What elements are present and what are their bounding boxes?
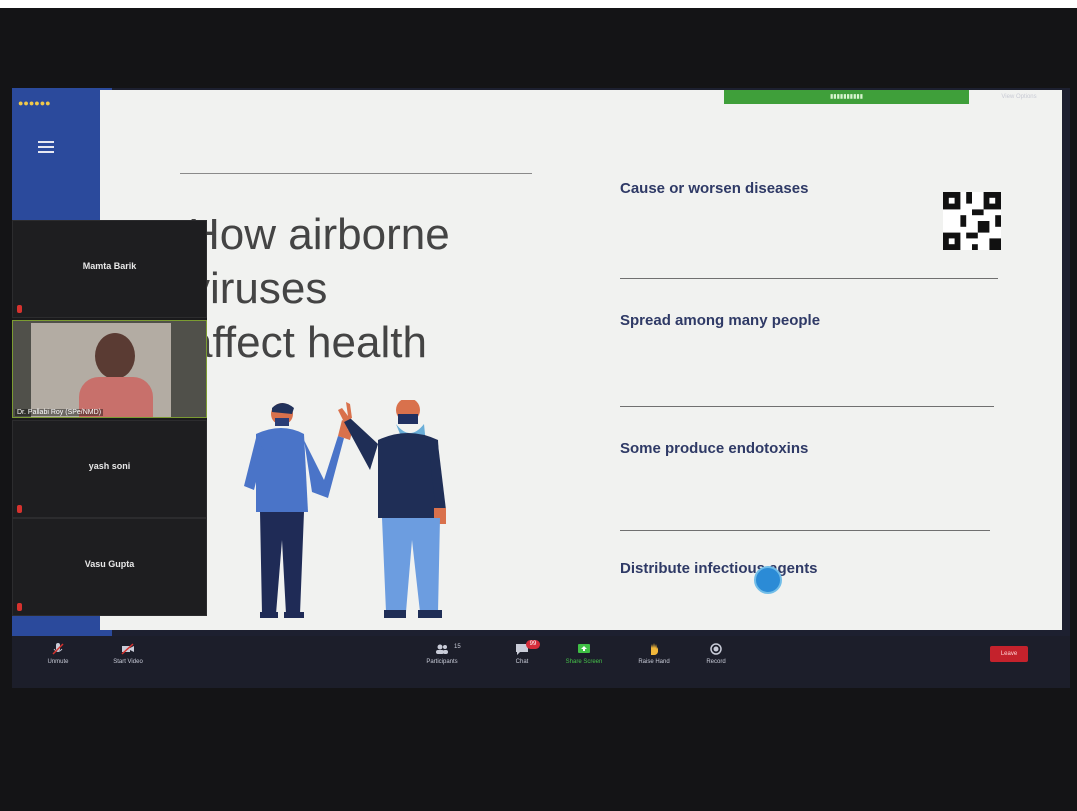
- participant-name: Mamta Barik: [82, 261, 137, 271]
- record-label: Record: [706, 659, 726, 665]
- participants-label: Participants: [426, 659, 458, 665]
- mic-muted-icon: [17, 505, 22, 513]
- person-right-figure: [338, 400, 446, 618]
- slide-title-line: How airborne: [188, 210, 450, 259]
- participant-tile[interactable]: yash soni: [12, 420, 207, 518]
- slide-bullet-list: Cause or worsen diseases Spread among ma…: [620, 90, 1020, 630]
- raise-hand-icon: [651, 643, 658, 655]
- slide-item: Distribute infectious agents: [620, 560, 818, 577]
- end-meeting-button[interactable]: Leave: [990, 646, 1028, 662]
- participant-video: [31, 323, 171, 417]
- chat-unread-badge: 99: [526, 640, 540, 649]
- photo-border: [0, 0, 1077, 8]
- person-left-figure: [244, 403, 354, 618]
- start-video-button[interactable]: Start Video: [96, 642, 160, 665]
- app-logo: ●●●●●●: [18, 98, 51, 108]
- participants-count: 15: [454, 644, 461, 650]
- slide-item: Spread among many people: [620, 312, 821, 329]
- zoom-meeting-screen: ●●●●●● How airborne viruses affect healt…: [12, 88, 1070, 688]
- participant-tile[interactable]: Vasu Gupta: [12, 518, 207, 616]
- participant-name: Vasu Gupta: [84, 559, 135, 569]
- participants-icon: [436, 644, 448, 654]
- unmute-button[interactable]: Unmute: [26, 642, 90, 665]
- slide-title-line: viruses: [188, 264, 328, 313]
- slide-title-line: affect health: [188, 318, 427, 367]
- chat-button[interactable]: Chat 99: [490, 640, 554, 665]
- slide-title: How airborne viruses affect health: [188, 208, 518, 370]
- slide-decorative-line: [180, 173, 532, 174]
- mic-muted-icon: [17, 305, 22, 313]
- share-screen-button[interactable]: Share Screen: [552, 642, 616, 665]
- raise-hand-label: Raise Hand: [638, 659, 670, 665]
- participant-video-tile[interactable]: Dr. Pallabi Roy (SPe/NMD): [12, 320, 207, 418]
- participant-name: Dr. Pallabi Roy (SPe/NMD): [15, 409, 104, 416]
- participant-gallery: Mamta Barik Dr. Pallabi Roy (SPe/NMD) ya…: [12, 220, 207, 616]
- participants-button[interactable]: Participants 15: [410, 642, 474, 665]
- chat-label: Chat: [515, 659, 529, 665]
- raise-hand-button[interactable]: Raise Hand: [622, 642, 686, 665]
- record-icon: [710, 643, 722, 655]
- participant-tile[interactable]: Mamta Barik: [12, 220, 207, 318]
- unmute-label: Unmute: [47, 659, 69, 665]
- slide-divider: [620, 278, 998, 279]
- slide-divider: [620, 530, 990, 531]
- start-video-label: Start Video: [113, 659, 143, 665]
- sharing-status-banner: ▮▮▮▮▮▮▮▮▮▮: [724, 90, 969, 104]
- slide-item: Some produce endotoxins: [620, 440, 809, 457]
- video-person-head: [95, 333, 135, 379]
- video-off-icon: [121, 643, 134, 655]
- qr-code-icon: [943, 192, 1001, 250]
- view-options-button[interactable]: View Options: [984, 90, 1054, 104]
- people-illustration: [244, 400, 446, 618]
- slide-divider: [620, 406, 994, 407]
- record-button[interactable]: Record: [684, 642, 748, 665]
- slide-item: Cause or worsen diseases: [620, 180, 809, 197]
- participant-name: yash soni: [88, 461, 131, 471]
- share-screen-label: Share Screen: [565, 659, 603, 665]
- hamburger-menu-icon[interactable]: [38, 138, 54, 156]
- microphone-muted-icon: [52, 643, 64, 655]
- mic-muted-icon: [17, 603, 22, 611]
- meeting-toolbar: Unmute Start Video Participants 15 Chat …: [12, 636, 1070, 688]
- share-screen-icon: [578, 644, 590, 653]
- shared-slide: How airborne viruses affect health Cause…: [100, 90, 1062, 630]
- pointer-cursor-icon: [754, 566, 782, 594]
